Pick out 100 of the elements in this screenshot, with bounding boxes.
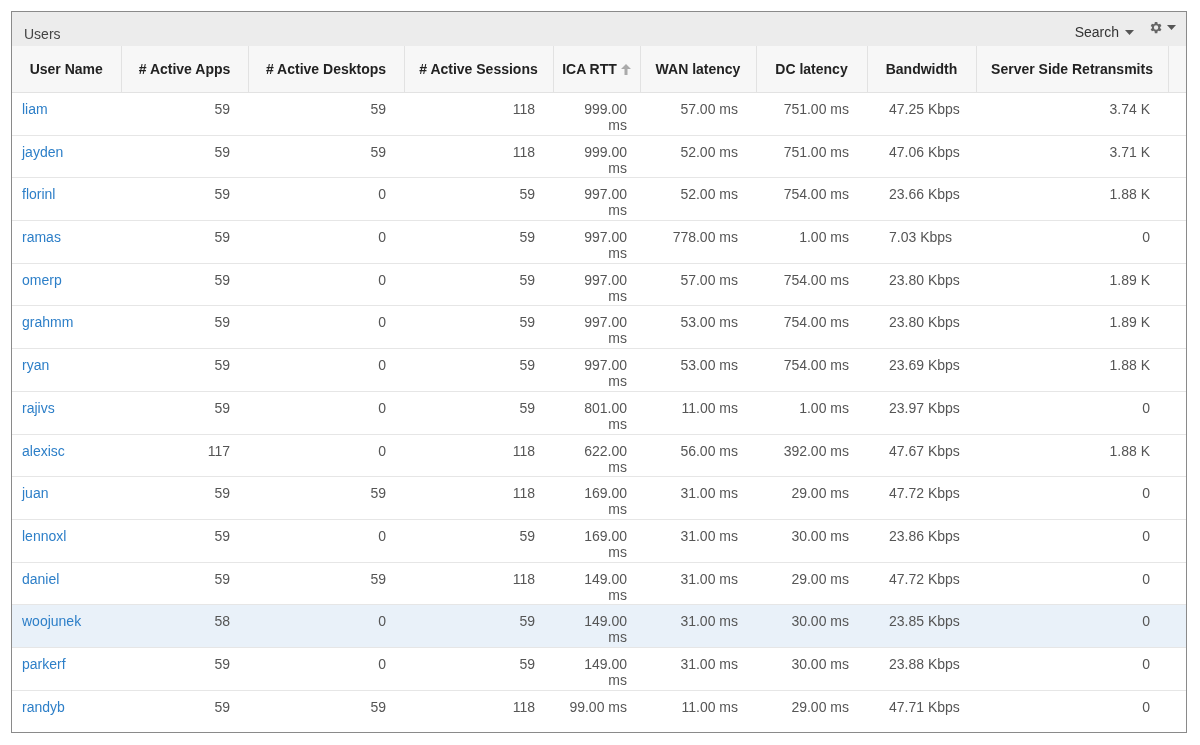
table-cell: 59 [214, 655, 230, 672]
table-cell: 59 [214, 399, 230, 416]
table-row[interactable]: ryan 59 0 59 997.00 ms 53.00 ms 754.00 ms 23.69 Kbps 1.88 K [12, 348, 1186, 392]
column-header[interactable]: # Active Apps [121, 46, 248, 93]
user-link[interactable]: florinl [22, 186, 56, 203]
table-cell: 11.00 ms [681, 399, 738, 416]
user-link[interactable]: jayden [22, 143, 64, 160]
table-cell: 59 [214, 143, 230, 160]
table-cell: 31.00 ms [680, 570, 738, 587]
table-cell: 47.72 Kbps [889, 570, 960, 587]
table-row[interactable]: grahmm 59 0 59 997.00 ms 53.00 ms 754.00 ms 23.80 Kbps 1.89 K [12, 305, 1186, 349]
table-cell-text: 997.00 ms [583, 186, 627, 219]
table-cell: 31.00 ms [680, 613, 738, 630]
table-cell: 59 [519, 655, 535, 672]
table-cell: 59 [214, 101, 230, 117]
table-cell: 30.00 ms [791, 527, 849, 544]
table-cell: 754.00 ms [783, 357, 849, 374]
table-cell-text: 169.00 ms [583, 485, 627, 518]
table-row[interactable]: florinl 59 0 59 997.00 ms 52.00 ms 754.00 ms 23.66 Kbps 1.88 K [12, 177, 1186, 221]
column-header[interactable]: ICA RTT [553, 46, 640, 93]
search-button[interactable]: Search [1074, 22, 1134, 42]
column-header[interactable]: # Active Desktops [248, 46, 404, 93]
table-cell: 23.86 Kbps [889, 527, 960, 544]
table-cell: 0 [1142, 613, 1150, 630]
user-link[interactable]: ramas [22, 229, 61, 246]
user-link[interactable]: lennoxl [22, 527, 67, 544]
table-cell-text: 801.00 ms [583, 399, 627, 432]
table-cell: 7.03 Kbps [889, 229, 953, 246]
table-row[interactable]: liam 59 59 118 999.00 ms 57.00 ms 751.00 ms 47.25 Kbps 3.74 K [12, 92, 1186, 136]
table-row[interactable]: daniel 59 59 118 149.00 ms 31.00 ms 29.00 ms 47.72 Kbps 0 [12, 562, 1186, 605]
table-cell: 23.85 Kbps [889, 613, 960, 630]
table-cell: 59 [519, 613, 535, 630]
table-cell: 1.89 K [1109, 314, 1150, 331]
table-row[interactable]: lennoxl 59 0 59 169.00 ms 31.00 ms 30.00 ms 23.86 Kbps 0 [12, 519, 1186, 563]
column-header[interactable]: # Active Sessions [404, 46, 553, 93]
table-cell: 59 [519, 271, 535, 288]
table-cell: 29.00 ms [791, 698, 849, 715]
table-cell: 30.00 ms [791, 655, 849, 672]
table-cell: 3.74 K [1109, 101, 1150, 117]
user-link[interactable]: daniel [22, 570, 60, 587]
settings-button[interactable] [1148, 20, 1176, 35]
user-link[interactable]: rajivs [22, 399, 55, 416]
table-cell-text: 997.00 ms [583, 271, 627, 304]
column-header[interactable]: Server Side Retransmits [976, 46, 1168, 93]
table-cell-text: 997.00 ms [583, 314, 627, 347]
table-cell: 57.00 ms [680, 101, 738, 117]
table-cell: 59 [519, 527, 535, 544]
user-link[interactable]: juan [22, 485, 49, 502]
column-header[interactable]: Bandwidth [867, 46, 976, 93]
table-row[interactable]: rajivs 59 0 59 801.00 ms 11.00 ms 1.00 ms 23.97 Kbps 0 [12, 391, 1186, 434]
table-cell: 47.71 Kbps [889, 698, 960, 715]
table-cell: 1.88 K [1109, 442, 1150, 459]
user-link[interactable]: alexisc [22, 442, 65, 459]
table-cell: 59 [214, 698, 230, 715]
table-row[interactable]: woojunek 58 0 59 149.00 ms 31.00 ms 30.00 ms 23.85 Kbps 0 [12, 604, 1186, 648]
table-cell: 754.00 ms [783, 314, 849, 331]
table-cell: 1.88 K [1109, 357, 1150, 374]
table-cell: 23.66 Kbps [889, 186, 960, 203]
table-cell-text: 622.00 ms [583, 442, 627, 475]
table-cell: 59 [519, 357, 535, 374]
table-cell: 59 [214, 357, 230, 374]
table-cell: 0 [378, 314, 386, 331]
caret-icon [1125, 29, 1134, 35]
column-header[interactable]: WAN latency [640, 46, 756, 93]
table-cell: 59 [519, 186, 535, 203]
user-link[interactable]: woojunek [22, 613, 82, 630]
user-link[interactable]: randyb [22, 698, 65, 715]
table-cell: 52.00 ms [680, 143, 738, 160]
table-row[interactable]: jayden 59 59 118 999.00 ms 52.00 ms 751.00 ms 47.06 Kbps 3.71 K [12, 135, 1186, 178]
user-link[interactable]: parkerf [22, 655, 66, 672]
table-cell: 0 [1142, 485, 1150, 502]
column-header[interactable]: DC latency [756, 46, 867, 93]
table-cell: 754.00 ms [783, 186, 849, 203]
table-cell: 0 [378, 271, 386, 288]
table-cell: 59 [214, 271, 230, 288]
table-row[interactable]: alexisc 117 0 118 622.00 ms 56.00 ms 392.00 ms 47.67 Kbps 1.88 K [12, 434, 1186, 477]
table-cell-text: 149.00 ms [583, 570, 627, 603]
table-cell: 59 [370, 570, 386, 587]
table-cell: 0 [378, 613, 386, 630]
table-cell: 118 [512, 442, 535, 459]
table-row[interactable]: juan 59 59 118 169.00 ms 31.00 ms 29.00 ms 47.72 Kbps 0 [12, 476, 1186, 520]
table-cell: 59 [370, 143, 386, 160]
table-cell: 0 [1142, 655, 1150, 672]
table-cell: 29.00 ms [791, 485, 849, 502]
table-cell: 47.06 Kbps [889, 143, 960, 160]
panel-title: Users [24, 26, 61, 42]
table-row[interactable]: ramas 59 0 59 997.00 ms 778.00 ms 1.00 ms 7.03 Kbps 0 [12, 220, 1186, 264]
table-row[interactable]: omerp 59 0 59 997.00 ms 57.00 ms 754.00 ms 23.80 Kbps 1.89 K [12, 263, 1186, 306]
table-cell: 117 [207, 442, 230, 459]
column-header[interactable]: User Name [12, 46, 121, 93]
user-link[interactable]: ryan [22, 357, 50, 374]
user-link[interactable]: grahmm [22, 314, 74, 331]
table-cell: 47.72 Kbps [889, 485, 960, 502]
table-row[interactable]: parkerf 59 0 59 149.00 ms 31.00 ms 30.00 ms 23.88 Kbps 0 [12, 647, 1186, 691]
user-link[interactable]: omerp [22, 271, 62, 288]
table-cell: 59 [370, 698, 386, 715]
user-link[interactable]: liam [22, 101, 48, 117]
table-cell: 0 [1142, 399, 1150, 416]
table-cell: 23.80 Kbps [889, 271, 960, 288]
table-cell: 0 [378, 186, 386, 203]
